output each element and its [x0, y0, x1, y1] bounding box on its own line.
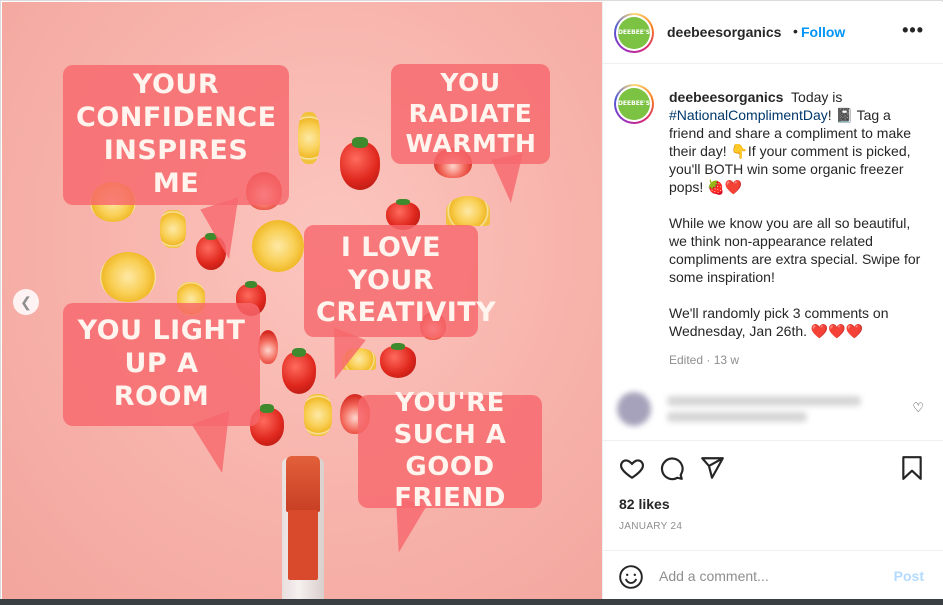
freezer-pop-label — [288, 510, 318, 580]
post-comment-button[interactable]: Post — [894, 568, 924, 584]
comment-icon[interactable] — [659, 455, 685, 481]
caption-username[interactable]: deebeesorganics — [669, 89, 783, 105]
freezer-pop-top — [286, 456, 320, 512]
ellipsis-icon[interactable]: ••• — [902, 20, 924, 41]
smiley-icon[interactable] — [618, 564, 644, 590]
bubble-text: YOUR CONFIDENCE INSPIRES ME — [76, 69, 277, 199]
heart-icon[interactable] — [619, 455, 645, 481]
post-actions — [603, 440, 943, 492]
lemon-slice — [160, 210, 186, 248]
comment-row[interactable]: ♡ — [603, 384, 943, 434]
strawberry — [282, 347, 316, 394]
brand-logo: DEEBEE'S — [618, 17, 650, 49]
bubble-text: YOU RADIATE WARMTH — [405, 68, 537, 159]
post-sidebar: DEEBEE'S deebeesorganics • Follow ••• DE… — [602, 2, 943, 600]
lemon-slice — [252, 220, 304, 272]
speech-bubble-light-up: YOU LIGHT UP A ROOM — [63, 303, 260, 426]
brand-logo: DEEBEE'S — [618, 88, 650, 120]
caption-paragraph-1: deebeesorganics Today is #NationalCompli… — [669, 88, 929, 196]
comment-text-blurred — [667, 412, 807, 422]
post-caption: deebeesorganics Today is #NationalCompli… — [669, 88, 929, 358]
header-username[interactable]: deebeesorganics — [667, 24, 781, 40]
comment-text-blurred — [667, 396, 861, 406]
freezer-pop — [282, 456, 324, 600]
avatar-ring: DEEBEE'S — [616, 15, 652, 51]
avatar-ring: DEEBEE'S — [616, 86, 652, 122]
comment-avatar-blurred — [617, 392, 651, 426]
add-comment-bar: Post — [603, 550, 943, 600]
avatar[interactable]: DEEBEE'S — [614, 13, 654, 53]
separator-dot: • — [793, 23, 798, 39]
caption-paragraph-2: While we know you are all so beautiful, … — [669, 215, 921, 285]
hashtag-link[interactable]: #NationalComplimentDay — [669, 107, 828, 123]
bubble-text: YOU'RE SUCH A GOOD FRIEND — [393, 388, 507, 514]
speech-bubble-warmth: YOU RADIATE WARMTH — [391, 64, 550, 164]
lemon-slice — [298, 112, 320, 164]
caption-avatar[interactable]: DEEBEE'S — [614, 84, 654, 124]
post-image[interactable]: YOUR CONFIDENCE INSPIRES ME YOU RADIATE … — [2, 2, 602, 600]
likes-count[interactable]: 82 likes — [619, 496, 670, 512]
caption-paragraph-3: We'll randomly pick 3 comments on Wednes… — [669, 305, 889, 339]
window-bottom-edge — [0, 599, 943, 605]
previous-image-button[interactable]: ❮ — [13, 289, 39, 315]
strawberry — [340, 137, 380, 190]
strawberry — [380, 342, 416, 378]
bubble-text: YOU LIGHT UP A ROOM — [77, 315, 246, 412]
speech-bubble-confidence: YOUR CONFIDENCE INSPIRES ME — [63, 65, 289, 205]
speech-bubble-good-friend: YOU'RE SUCH A GOOD FRIEND — [358, 388, 542, 513]
comment-input[interactable] — [659, 565, 879, 587]
caption-meta: Edited · 13 w — [669, 353, 740, 367]
comment-like-icon[interactable]: ♡ — [912, 400, 924, 416]
bookmark-icon[interactable] — [899, 455, 925, 481]
caption-text: Today is — [791, 89, 843, 105]
follow-button[interactable]: Follow — [801, 24, 845, 40]
chevron-left-icon: ❮ — [20, 293, 32, 310]
lemon-slice — [100, 252, 156, 302]
lemon-slice — [446, 196, 490, 226]
strawberry-half — [258, 330, 278, 364]
post-header: DEEBEE'S deebeesorganics • Follow ••• — [603, 2, 943, 64]
post-modal: YOUR CONFIDENCE INSPIRES ME YOU RADIATE … — [0, 0, 943, 605]
speech-bubble-creativity: I LOVE YOUR CREATIVITY — [304, 225, 497, 337]
send-icon[interactable] — [699, 455, 725, 481]
post-date[interactable]: JANUARY 24 — [619, 521, 682, 532]
bubble-text: I LOVE YOUR CREATIVITY — [316, 231, 497, 329]
lemon-slice — [304, 394, 332, 436]
